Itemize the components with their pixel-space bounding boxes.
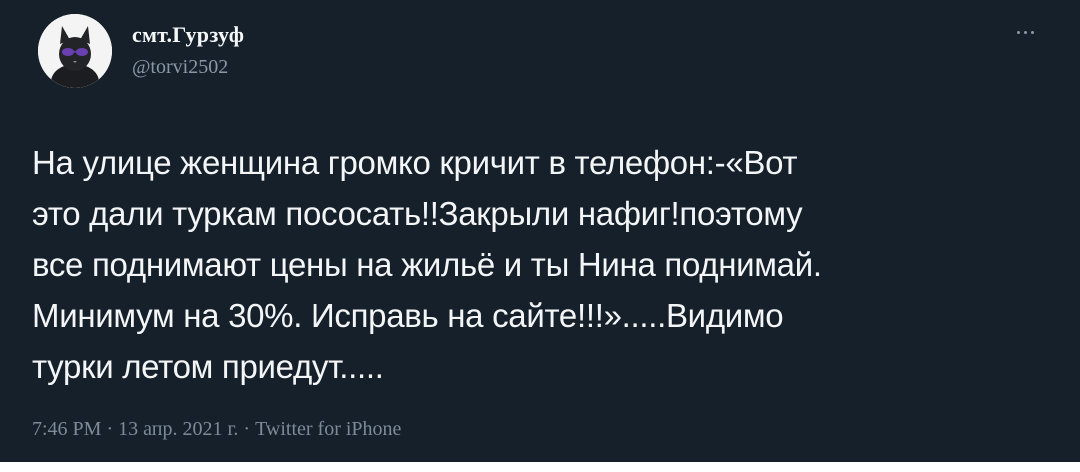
tweet-card: смт.Гурзуф @torvi2502 На улице женщина г… [0, 0, 1080, 472]
tweet-text-line: Минимум на 30%. Исправь на сайте!!!»....… [32, 297, 784, 334]
meta-separator: · [243, 418, 251, 440]
bottom-edge [0, 462, 1080, 472]
tweet-text-line: турки летом приедут..... [32, 348, 384, 385]
tweet-time[interactable]: 7:46 PM [32, 418, 101, 440]
more-options-icon[interactable] [1010, 24, 1040, 40]
author-handle[interactable]: @torvi2502 [132, 56, 228, 79]
tweet-date[interactable]: 13 апр. 2021 г. [118, 418, 238, 440]
meta-separator: · [106, 418, 114, 440]
tweet-text-line: это дали туркам пососать!!Закрыли нафиг!… [32, 195, 803, 232]
tweet-metadata: 7:46 PM · 13 апр. 2021 г. · Twitter for … [32, 418, 401, 441]
cat-avatar-icon [38, 14, 112, 88]
tweet-text-line: На улице женщина громко кричит в телефон… [32, 144, 798, 181]
dot-icon [1016, 30, 1020, 34]
avatar[interactable] [38, 14, 112, 88]
tweet-text-line: все поднимают цены на жильё и ты Нина по… [32, 246, 822, 283]
tweet-text: На улице женщина громко кричит в телефон… [32, 137, 1052, 392]
dot-icon [1030, 30, 1034, 34]
dot-icon [1023, 30, 1027, 34]
tweet-source[interactable]: Twitter for iPhone [255, 418, 401, 440]
author-name[interactable]: смт.Гурзуф [132, 22, 244, 48]
